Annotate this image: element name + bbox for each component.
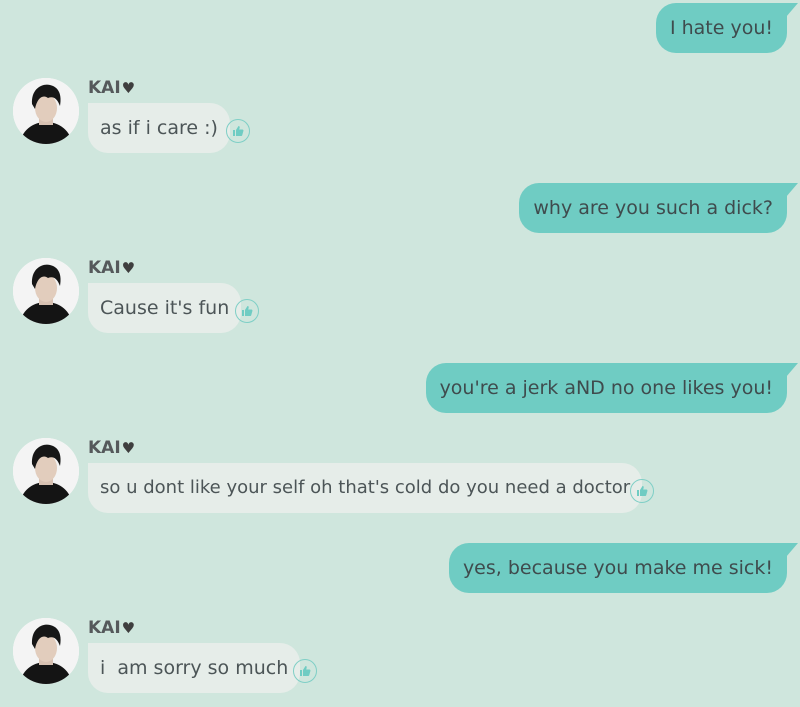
incoming-message[interactable]: as if i care :) (88, 103, 230, 153)
incoming-message-group: KAI♥ as if i care :) (0, 78, 800, 158)
sender-name-text: KAI (88, 438, 121, 458)
heart-icon: ♥ (121, 439, 136, 457)
outgoing-message[interactable]: yes, because you make me sick! (448, 543, 799, 593)
avatar-photo (13, 258, 79, 324)
avatar-photo (13, 438, 79, 504)
outgoing-message[interactable]: why are you such a dick? (519, 183, 798, 233)
thumbs-up-icon[interactable] (235, 299, 259, 323)
incoming-message-group: KAI♥ Cause it's fun (0, 258, 800, 338)
thumbs-up-icon[interactable] (293, 659, 317, 683)
avatar[interactable] (13, 438, 79, 504)
thumbs-up-icon[interactable] (226, 119, 250, 143)
avatar-photo (13, 78, 79, 144)
chat-thread: I hate you! KAI♥ as if i care :) why are… (0, 0, 800, 707)
incoming-message[interactable]: i am sorry so much (88, 643, 301, 693)
sender-name-text: KAI (88, 78, 121, 98)
sender-name: KAI♥ (88, 258, 135, 278)
sender-name: KAI♥ (88, 78, 135, 98)
sender-name: KAI♥ (88, 618, 135, 638)
outgoing-message[interactable]: I hate you! (655, 3, 799, 53)
heart-icon: ♥ (121, 259, 136, 277)
thumbs-up-icon[interactable] (630, 479, 654, 503)
sender-name-text: KAI (88, 618, 121, 638)
avatar[interactable] (13, 618, 79, 684)
sender-name-text: KAI (88, 258, 121, 278)
incoming-message-group: KAI♥ i am sorry so much (0, 618, 800, 698)
heart-icon: ♥ (121, 79, 136, 97)
avatar[interactable] (13, 258, 79, 324)
incoming-message[interactable]: Cause it's fun (88, 283, 242, 333)
avatar[interactable] (13, 78, 79, 144)
avatar-photo (13, 618, 79, 684)
outgoing-message[interactable]: you're a jerk aND no one likes you! (425, 363, 799, 413)
heart-icon: ♥ (121, 619, 136, 637)
sender-name: KAI♥ (88, 438, 135, 458)
incoming-message-group: KAI♥ so u dont like your self oh that's … (0, 438, 800, 518)
incoming-message[interactable]: so u dont like your self oh that's cold … (88, 463, 643, 513)
